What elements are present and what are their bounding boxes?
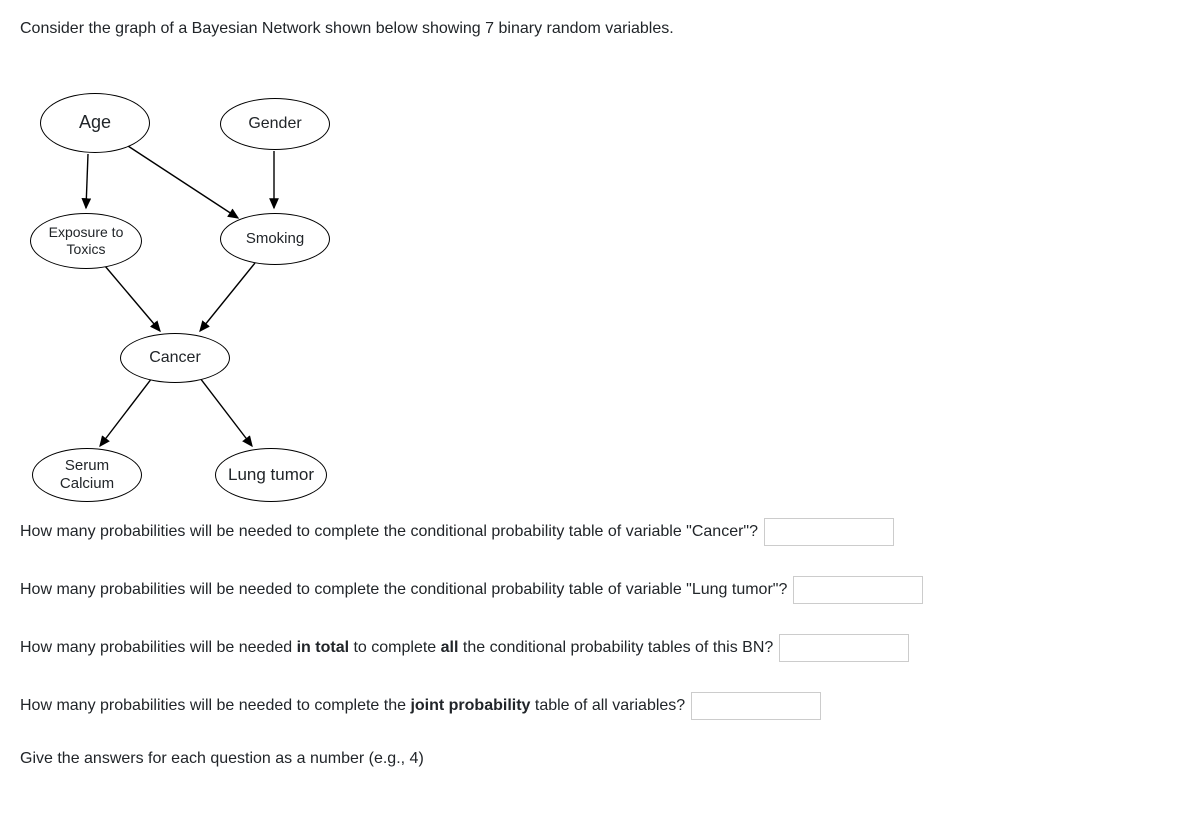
answer-2-input[interactable] [793, 576, 923, 604]
question-1-text: How many probabilities will be needed to… [20, 523, 758, 541]
q3-part-bold2: all [441, 639, 459, 656]
node-gender: Gender [220, 98, 330, 150]
bayesian-network-diagram: Age Gender Exposure to Toxics Smoking Ca… [20, 58, 380, 488]
question-2: How many probabilities will be needed to… [20, 576, 1180, 604]
q4-part-bold: joint probability [410, 697, 530, 714]
question-3: How many probabilities will be needed in… [20, 634, 1180, 662]
q3-part-bold1: in total [297, 639, 349, 656]
answer-1-input[interactable] [764, 518, 894, 546]
answer-4-input[interactable] [691, 692, 821, 720]
node-cancer: Cancer [120, 333, 230, 383]
problem-prompt: Consider the graph of a Bayesian Network… [20, 20, 1180, 38]
q3-part-post: the conditional probability tables of th… [458, 639, 773, 656]
q4-part-pre: How many probabilities will be needed to… [20, 697, 410, 714]
question-3-text: How many probabilities will be needed in… [20, 639, 773, 657]
q3-part-mid: to complete [349, 639, 441, 656]
question-1: How many probabilities will be needed to… [20, 518, 1180, 546]
answer-format-note: Give the answers for each question as a … [20, 750, 1180, 768]
answer-3-input[interactable] [779, 634, 909, 662]
node-age: Age [40, 93, 150, 153]
question-4-text: How many probabilities will be needed to… [20, 697, 685, 715]
node-smoking: Smoking [220, 213, 330, 265]
node-serum: Serum Calcium [32, 448, 142, 502]
node-lung: Lung tumor [215, 448, 327, 502]
question-2-text: How many probabilities will be needed to… [20, 581, 787, 599]
q3-part-pre: How many probabilities will be needed [20, 639, 297, 656]
question-4: How many probabilities will be needed to… [20, 692, 1180, 720]
q4-part-post: table of all variables? [530, 697, 685, 714]
node-exposure: Exposure to Toxics [30, 213, 142, 269]
